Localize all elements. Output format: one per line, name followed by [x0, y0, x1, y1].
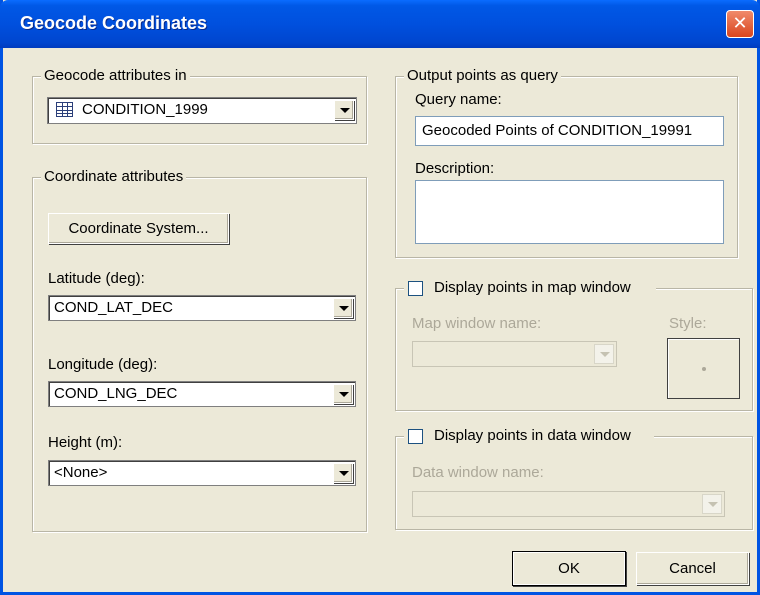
geocode-attributes-legend: Geocode attributes in: [41, 67, 190, 85]
cancel-button[interactable]: Cancel: [636, 552, 749, 585]
close-icon[interactable]: ✕: [726, 10, 754, 38]
map-window-checkbox-row[interactable]: Display points in map window: [404, 279, 656, 299]
coordinate-attributes-legend: Coordinate attributes: [41, 168, 187, 186]
chevron-down-icon[interactable]: [333, 298, 353, 318]
chevron-down-icon[interactable]: [333, 384, 353, 404]
dialog-title: Geocode Coordinates: [20, 13, 208, 33]
map-window-checkbox-label[interactable]: Display points in map window: [434, 279, 631, 296]
data-window-checkbox-row[interactable]: Display points in data window: [404, 427, 654, 447]
query-name-input[interactable]: Geocoded Points of CONDITION_19991: [415, 116, 724, 146]
chevron-down-icon[interactable]: [594, 344, 614, 364]
map-window-checkbox[interactable]: [408, 281, 423, 296]
query-name-label: Query name:: [415, 91, 502, 108]
output-query-legend: Output points as query: [404, 67, 561, 85]
map-window-select[interactable]: [412, 341, 617, 367]
style-preview-button[interactable]: [667, 338, 740, 399]
height-select[interactable]: <None>: [48, 460, 356, 486]
longitude-value: COND_LNG_DEC: [54, 385, 178, 402]
latitude-value: COND_LAT_DEC: [54, 299, 173, 316]
query-name-value: Geocoded Points of CONDITION_19991: [422, 122, 693, 139]
height-value: <None>: [54, 464, 108, 481]
ok-button[interactable]: OK: [513, 552, 625, 585]
point-style-icon: [702, 367, 706, 371]
coordinate-system-button[interactable]: Coordinate System...: [48, 213, 229, 244]
chevron-down-icon[interactable]: [333, 463, 353, 483]
table-select[interactable]: CONDITION_1999: [47, 97, 357, 124]
data-window-select[interactable]: [412, 491, 725, 517]
height-label: Height (m):: [48, 434, 123, 451]
table-select-value: CONDITION_1999: [82, 101, 208, 118]
style-label: Style:: [669, 315, 707, 332]
data-window-group: Display points in data window Data windo…: [395, 427, 753, 530]
description-label: Description:: [415, 160, 495, 177]
geocode-dialog: Geocode Coordinates ✕ Geocode attributes…: [0, 0, 760, 595]
data-window-checkbox[interactable]: [408, 429, 423, 444]
map-window-group: Display points in map window Map window …: [395, 279, 753, 411]
description-input[interactable]: [415, 180, 724, 244]
chevron-down-icon[interactable]: [334, 100, 354, 120]
title-bar[interactable]: Geocode Coordinates ✕: [0, 0, 760, 48]
map-window-name-label: Map window name:: [412, 315, 542, 332]
latitude-select[interactable]: COND_LAT_DEC: [48, 295, 356, 321]
data-window-name-label: Data window name:: [412, 464, 544, 481]
output-query-group: Output points as query Query name: Geoco…: [395, 67, 738, 258]
data-window-checkbox-label[interactable]: Display points in data window: [434, 427, 631, 444]
chevron-down-icon[interactable]: [702, 494, 722, 514]
table-icon: [56, 102, 73, 117]
longitude-label: Longitude (deg):: [48, 356, 158, 373]
longitude-select[interactable]: COND_LNG_DEC: [48, 381, 356, 407]
coordinate-attributes-group: Coordinate attributes Coordinate System.…: [32, 168, 367, 532]
latitude-label: Latitude (deg):: [48, 270, 145, 287]
geocode-attributes-group: Geocode attributes in CONDITION_1999: [32, 67, 367, 144]
